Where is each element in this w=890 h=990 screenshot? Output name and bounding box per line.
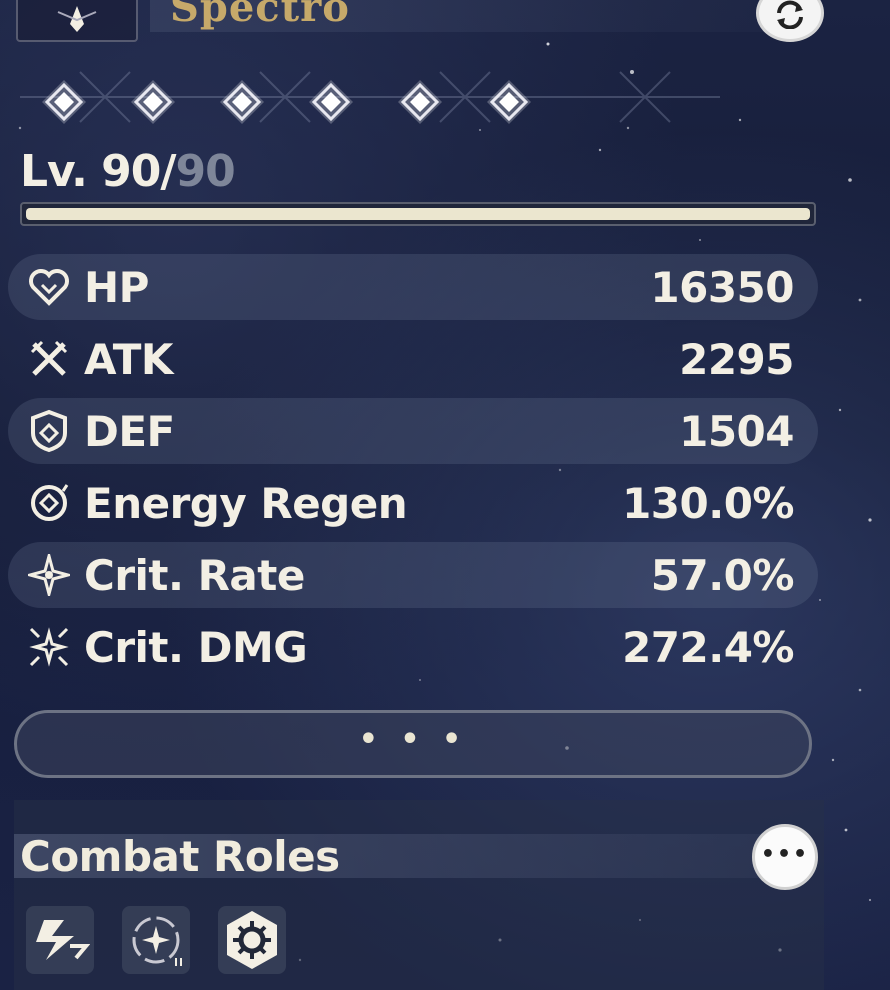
gear-hexagon-role-icon[interactable] bbox=[218, 906, 286, 974]
sequence-nodes bbox=[40, 78, 560, 126]
crit-rate-icon bbox=[26, 552, 72, 598]
combat-roles-title: Combat Roles bbox=[20, 832, 340, 881]
stat-row-atk: ATK 2295 bbox=[8, 326, 818, 392]
sequence-node[interactable] bbox=[129, 78, 177, 126]
level-prefix: Lv. bbox=[20, 146, 102, 197]
stat-row-hp: HP 16350 bbox=[8, 254, 818, 320]
diamond-icon bbox=[220, 80, 264, 124]
stat-value: 130.0% bbox=[622, 478, 794, 528]
shield-icon bbox=[26, 408, 72, 454]
swap-button[interactable] bbox=[756, 0, 824, 42]
diamond-icon bbox=[131, 80, 175, 124]
stat-value: 1504 bbox=[679, 406, 794, 456]
sequence-node[interactable] bbox=[218, 78, 266, 126]
more-dots-label: ••• bbox=[760, 841, 810, 867]
orbit-star-role-icon[interactable] bbox=[122, 906, 190, 974]
diamond-icon bbox=[42, 80, 86, 124]
stat-value: 272.4% bbox=[622, 622, 794, 672]
more-dots-label: • • • bbox=[358, 721, 468, 757]
swap-icon bbox=[777, 0, 803, 29]
combat-roles-more-button[interactable]: ••• bbox=[752, 824, 818, 890]
stat-row-def: DEF 1504 bbox=[8, 398, 818, 464]
sequence-node[interactable] bbox=[396, 78, 444, 126]
level-separator: / bbox=[160, 146, 176, 197]
sequence-node[interactable] bbox=[40, 78, 88, 126]
spectro-emblem-icon bbox=[16, 0, 138, 42]
stat-value: 57.0% bbox=[650, 550, 795, 600]
level-current: 90 bbox=[101, 146, 161, 197]
stat-value: 16350 bbox=[650, 262, 794, 312]
element-name: Spectro bbox=[170, 0, 350, 31]
stat-label: ATK bbox=[84, 334, 173, 384]
level-max: 90 bbox=[175, 146, 235, 197]
sequence-node[interactable] bbox=[485, 78, 533, 126]
stat-value: 2295 bbox=[679, 334, 794, 384]
level-display: Lv. 90/90 bbox=[20, 146, 236, 197]
diamond-icon bbox=[398, 80, 442, 124]
stat-row-crit-dmg: Crit. DMG 272.4% bbox=[8, 614, 818, 680]
heart-icon bbox=[26, 264, 72, 310]
stat-row-crit-rate: Crit. Rate 57.0% bbox=[8, 542, 818, 608]
stat-label: Crit. Rate bbox=[84, 550, 305, 600]
diamond-icon bbox=[487, 80, 531, 124]
diamond-icon bbox=[309, 80, 353, 124]
expand-stats-button[interactable]: • • • bbox=[14, 710, 812, 778]
stat-label: Crit. DMG bbox=[84, 622, 308, 672]
crossed-swords-icon bbox=[26, 336, 72, 382]
stat-label: Energy Regen bbox=[84, 478, 408, 528]
level-progress-bar bbox=[20, 202, 816, 226]
stat-label: DEF bbox=[84, 406, 175, 456]
energy-regen-icon bbox=[26, 480, 72, 526]
sequence-node[interactable] bbox=[307, 78, 355, 126]
stat-row-energy-regen: Energy Regen 130.0% bbox=[8, 470, 818, 536]
crit-dmg-icon bbox=[26, 624, 72, 670]
lightning-role-icon[interactable] bbox=[26, 906, 94, 974]
stat-label: HP bbox=[84, 262, 149, 312]
level-progress-fill bbox=[26, 208, 810, 220]
